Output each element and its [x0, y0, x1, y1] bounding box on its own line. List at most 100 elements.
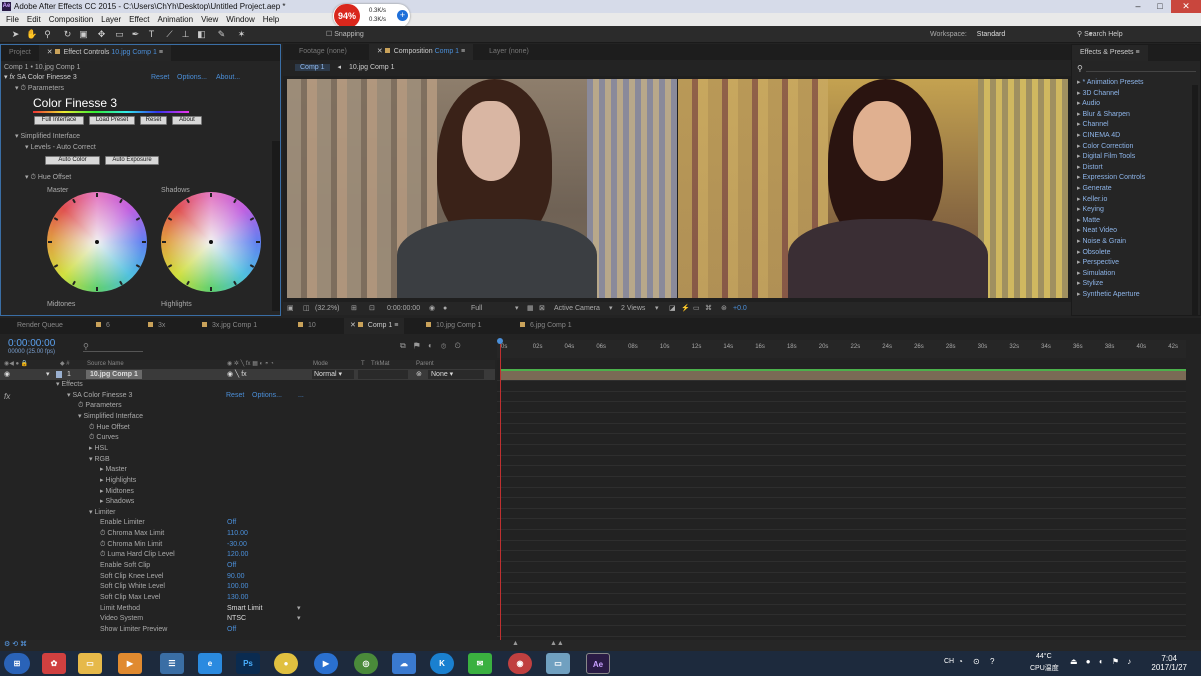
transparency-grid-icon[interactable]: ▦ [527, 302, 534, 315]
crumb-comp1[interactable]: Comp 1 [295, 64, 330, 71]
fx-options-link[interactable]: Options... [252, 392, 282, 399]
effects-category-item[interactable]: ▸ * Animation Presets [1077, 78, 1144, 88]
property-row[interactable]: ⏱ Chroma Min Limit [100, 540, 162, 550]
chrome-like-icon[interactable]: ● [274, 653, 298, 674]
rotate-tool-icon[interactable]: ↻ [62, 29, 73, 40]
effects-presets-scrollbar[interactable] [1192, 85, 1198, 315]
effects-category-item[interactable]: ▸ Digital Film Tools [1077, 152, 1135, 162]
effects-category-item[interactable]: ▸ Keying [1077, 205, 1104, 215]
header-mode[interactable]: Mode [313, 360, 328, 369]
menu-view[interactable]: View [197, 13, 222, 26]
header-trkmat[interactable]: TrkMat [371, 360, 389, 369]
property-row[interactable]: Show Limiter Preview [100, 625, 167, 635]
close-button[interactable]: ✕ [1171, 0, 1201, 13]
menu-file[interactable]: File [2, 13, 23, 26]
toggle-switches-icon[interactable]: ⚙ ⟲ ⌘ [4, 640, 27, 648]
effects-category-item[interactable]: ▸ 3D Channel [1077, 89, 1119, 99]
camera-tool-icon[interactable]: ▣ [78, 29, 89, 40]
menu-effect[interactable]: Effect [125, 13, 153, 26]
zoom-out-icon[interactable]: ▲ [512, 640, 519, 647]
fx-about-link[interactable]: ... [298, 392, 304, 399]
effects-category-item[interactable]: ▸ Neat Video [1077, 226, 1117, 236]
wheel-handle[interactable] [209, 240, 213, 244]
zoom-in-icon[interactable]: ▲▲ [550, 640, 564, 647]
menu-animation[interactable]: Animation [153, 13, 197, 26]
property-row[interactable]: Soft Clip Knee Level [100, 572, 163, 582]
property-value[interactable]: 90.00 [227, 572, 245, 582]
header-t[interactable]: T [361, 360, 365, 369]
effect-header[interactable]: ▾ fx SA Color Finesse 3 [4, 73, 77, 83]
start-icon[interactable]: ⊞ [4, 653, 30, 674]
tab-6[interactable]: 6 [96, 318, 110, 334]
property-row[interactable]: ▸ Master [100, 465, 127, 475]
load-preset-button[interactable]: Load Preset [89, 116, 135, 125]
media-icon[interactable]: ◉ [508, 653, 532, 674]
menu-edit[interactable]: Edit [23, 13, 45, 26]
resolution-dropdown[interactable]: Full [471, 302, 482, 315]
media-player-icon[interactable]: ▶ [118, 653, 142, 674]
property-row[interactable]: Soft Clip Max Level [100, 593, 160, 603]
snapshot-icon[interactable]: ◉ [429, 302, 435, 315]
reset-exposure-icon[interactable]: ⊛ [721, 302, 727, 315]
wheel-handle[interactable] [95, 240, 99, 244]
app-pinwheel-icon[interactable]: ✿ [42, 653, 66, 674]
camera-dropdown[interactable]: Active Camera [554, 302, 600, 315]
tray-icons-right[interactable]: ⏏ ● ◐ ⚑ ♪ [1070, 657, 1134, 666]
layer-duration-bar[interactable] [501, 369, 1186, 380]
timeline-icon[interactable]: ▭ [693, 302, 700, 315]
eraser-tool-icon[interactable]: ◧ [196, 29, 207, 40]
property-row[interactable]: ▾ Simplified Interface [78, 412, 143, 422]
region-icon[interactable]: ⊡ [369, 302, 375, 315]
grid-icon[interactable]: ⊞ [351, 302, 357, 315]
tab-10-jpg-comp[interactable]: 10.jpg Comp 1 [426, 318, 481, 334]
parent-dropdown[interactable]: None ▾ [428, 370, 484, 379]
simplified-interface-group[interactable]: ▾ Simplified Interface [15, 132, 80, 142]
header-source-name[interactable]: Source Name [87, 360, 124, 369]
menu-layer[interactable]: Layer [97, 13, 125, 26]
composition-viewer[interactable] [283, 76, 1071, 302]
menu-help[interactable]: Help [259, 13, 283, 26]
effects-category-item[interactable]: ▸ Stylize [1077, 279, 1103, 289]
full-interface-button[interactable]: Full Interface [34, 116, 84, 125]
effects-category-item[interactable]: ▸ Distort [1077, 163, 1103, 173]
snapping-toggle[interactable]: ☐ Snapping [326, 28, 364, 41]
property-row[interactable]: Soft Clip White Level [100, 582, 165, 592]
property-row[interactable]: ⏱ Luma Hard Clip Level [100, 550, 175, 560]
exposure-value[interactable]: +0.0 [733, 302, 747, 315]
property-row[interactable]: Enable Limiter [100, 518, 145, 528]
chrome-icon[interactable]: ◎ [354, 653, 378, 674]
clone-stamp-tool-icon[interactable]: ⊥ [180, 29, 191, 40]
internet-explorer-icon[interactable]: e [198, 653, 222, 674]
tab-render-queue[interactable]: Render Queue [17, 318, 63, 334]
effect-reset-link[interactable]: Reset [151, 73, 169, 83]
kugou-icon[interactable]: K [430, 653, 454, 674]
mask-visibility-icon[interactable]: ◫ [303, 302, 310, 315]
property-row[interactable]: ▸ Highlights [100, 476, 136, 486]
notes-icon[interactable]: ☰ [160, 653, 184, 674]
pen-tool-icon[interactable]: ✒ [130, 29, 141, 40]
timeline-switches[interactable]: ⧉ ⚑ ◐ ⊚ ⏲ [400, 341, 495, 351]
tab-project[interactable]: Project [1, 45, 39, 61]
property-row[interactable]: ⏱ Chroma Max Limit [100, 529, 164, 539]
menu-window[interactable]: Window [222, 13, 258, 26]
tab-effects-presets[interactable]: Effects & Presets ≡ [1072, 45, 1148, 61]
tab-comp1[interactable]: ✕ Comp 1 ≡ [344, 318, 405, 334]
property-value[interactable]: 100.00 [227, 582, 248, 592]
tab-layer[interactable]: Layer (none) [481, 44, 537, 60]
timeline-timecode[interactable]: 0:00:00:00 [8, 338, 55, 349]
current-time[interactable]: 0:00:00:00 [387, 302, 420, 315]
photoshop-icon[interactable]: Ps [236, 653, 260, 674]
zoom-tool-icon[interactable]: ⚲ [42, 29, 53, 40]
tab-effect-controls[interactable]: ✕ Effect Controls 10.jpg Comp 1 ≡ [38, 45, 171, 61]
tab-composition[interactable]: ✕ Composition Comp 1 ≡ [368, 44, 474, 60]
timeline-search-input[interactable]: ⚲ [83, 342, 143, 352]
effect-options-link[interactable]: Options... [177, 73, 207, 83]
property-row[interactable]: ⏱ Hue Offset [89, 423, 130, 433]
fast-preview-icon[interactable]: ⚡ [681, 302, 690, 315]
tab-3x-jpg-comp[interactable]: 3x.jpg Comp 1 [202, 318, 257, 334]
effect-about-link[interactable]: About... [216, 73, 240, 83]
property-row[interactable]: Video System [100, 614, 143, 624]
property-row[interactable]: ▾ SA Color Finesse 3 [67, 391, 132, 401]
effects-category-item[interactable]: ▸ Color Correction [1077, 142, 1133, 152]
mode-dropdown[interactable]: Normal ▾ [312, 370, 354, 379]
